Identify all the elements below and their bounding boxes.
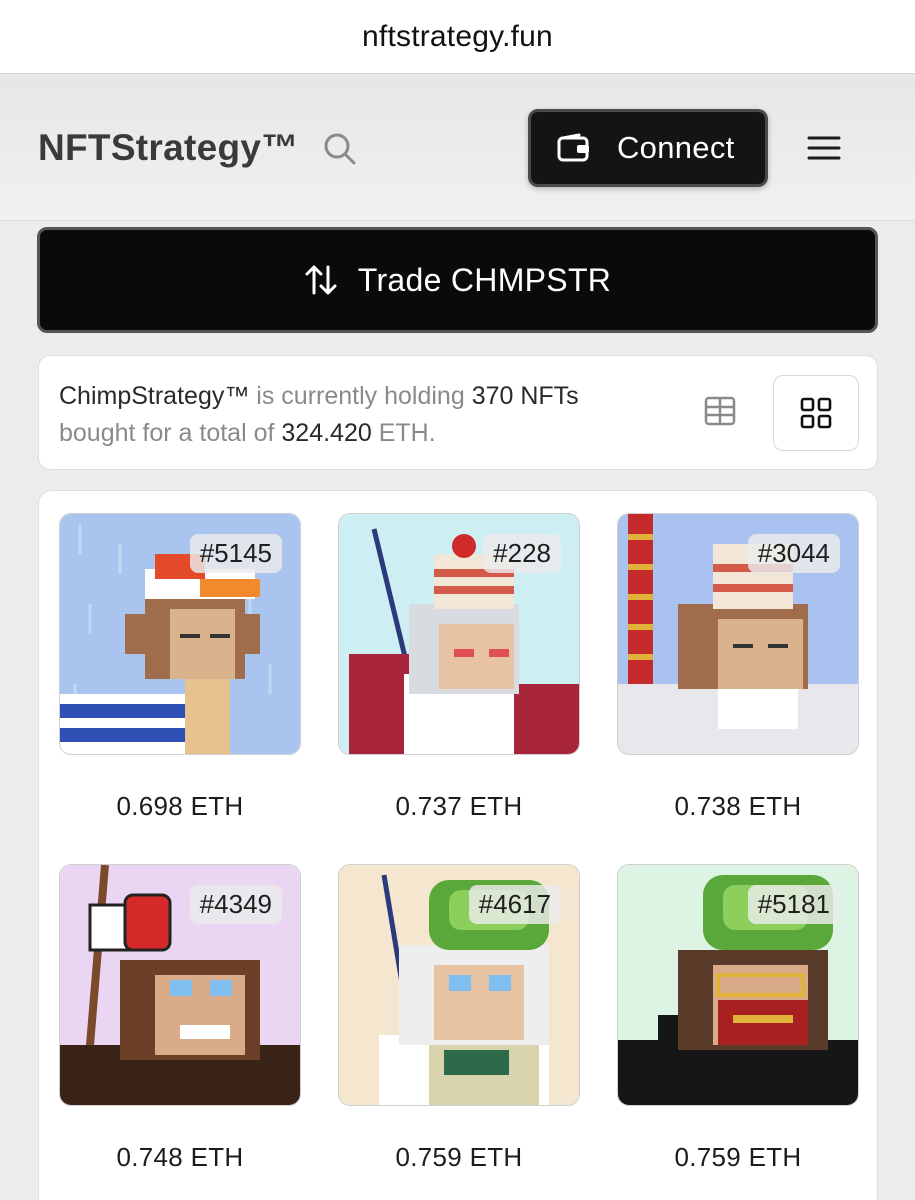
browser-url-bar[interactable]: nftstrategy.fun	[0, 0, 915, 74]
nft-image[interactable]: #3044	[617, 513, 859, 755]
wallet-icon	[557, 133, 589, 162]
nft-image[interactable]: #4617	[338, 864, 580, 1106]
nft-price: 0.759 ETH	[674, 1142, 802, 1172]
nft-image[interactable]: #5181	[617, 864, 859, 1106]
trade-label: Trade CHMPSTR	[357, 261, 612, 298]
nft-image[interactable]: #4349	[59, 864, 301, 1106]
nft-price: 0.738 ETH	[674, 791, 802, 821]
holdings-info-card: ChimpStrategy™ is currently holding 370 …	[38, 355, 878, 470]
nft-gallery: #5145 0.698 ETH #228 0.737 ETH #3044 0.7…	[38, 490, 878, 1200]
holdings-summary: ChimpStrategy™ is currently holding 370 …	[59, 382, 579, 447]
connect-wallet-button[interactable]: Connect	[528, 109, 768, 187]
total-cost: 324.420	[281, 419, 372, 447]
grid-view-button[interactable]	[773, 375, 859, 451]
nft-id-badge: #4617	[468, 885, 561, 924]
nft-card[interactable]: #4617 0.759 ETH	[338, 864, 580, 1173]
nft-card[interactable]: #3044 0.738 ETH	[617, 513, 859, 822]
nft-price: 0.759 ETH	[395, 1142, 523, 1172]
url-text: nftstrategy.fun	[362, 19, 553, 53]
brand-logo[interactable]: NFTStrategy™	[38, 127, 299, 169]
nft-card[interactable]: #228 0.737 ETH	[338, 513, 580, 822]
nft-card[interactable]: #5181 0.759 ETH	[617, 864, 859, 1173]
nft-count: 370 NFTs	[471, 382, 579, 410]
nft-id-badge: #5181	[747, 885, 840, 924]
nft-id-badge: #5145	[189, 534, 282, 573]
strategy-name: ChimpStrategy™	[59, 382, 250, 410]
nft-price: 0.748 ETH	[116, 1142, 244, 1172]
site-header: NFTStrategy™ Connect	[0, 75, 915, 221]
connect-label: Connect	[617, 130, 735, 165]
table-view-icon[interactable]	[703, 394, 737, 428]
swap-arrows-icon	[305, 265, 337, 295]
nft-image[interactable]: #228	[338, 513, 580, 755]
nft-card[interactable]: #4349 0.748 ETH	[59, 864, 301, 1173]
nft-id-badge: #228	[483, 534, 561, 573]
trade-button[interactable]: Trade CHMPSTR	[37, 227, 878, 333]
nft-image[interactable]: #5145	[59, 513, 301, 755]
nft-id-badge: #4349	[189, 885, 282, 924]
nft-card[interactable]: #5145 0.698 ETH	[59, 513, 301, 822]
hamburger-menu-icon[interactable]	[806, 133, 842, 163]
nft-id-badge: #3044	[747, 534, 840, 573]
search-icon[interactable]	[322, 131, 358, 167]
grid-view-icon	[800, 397, 832, 429]
nft-price: 0.737 ETH	[395, 791, 523, 821]
nft-price: 0.698 ETH	[116, 791, 244, 821]
